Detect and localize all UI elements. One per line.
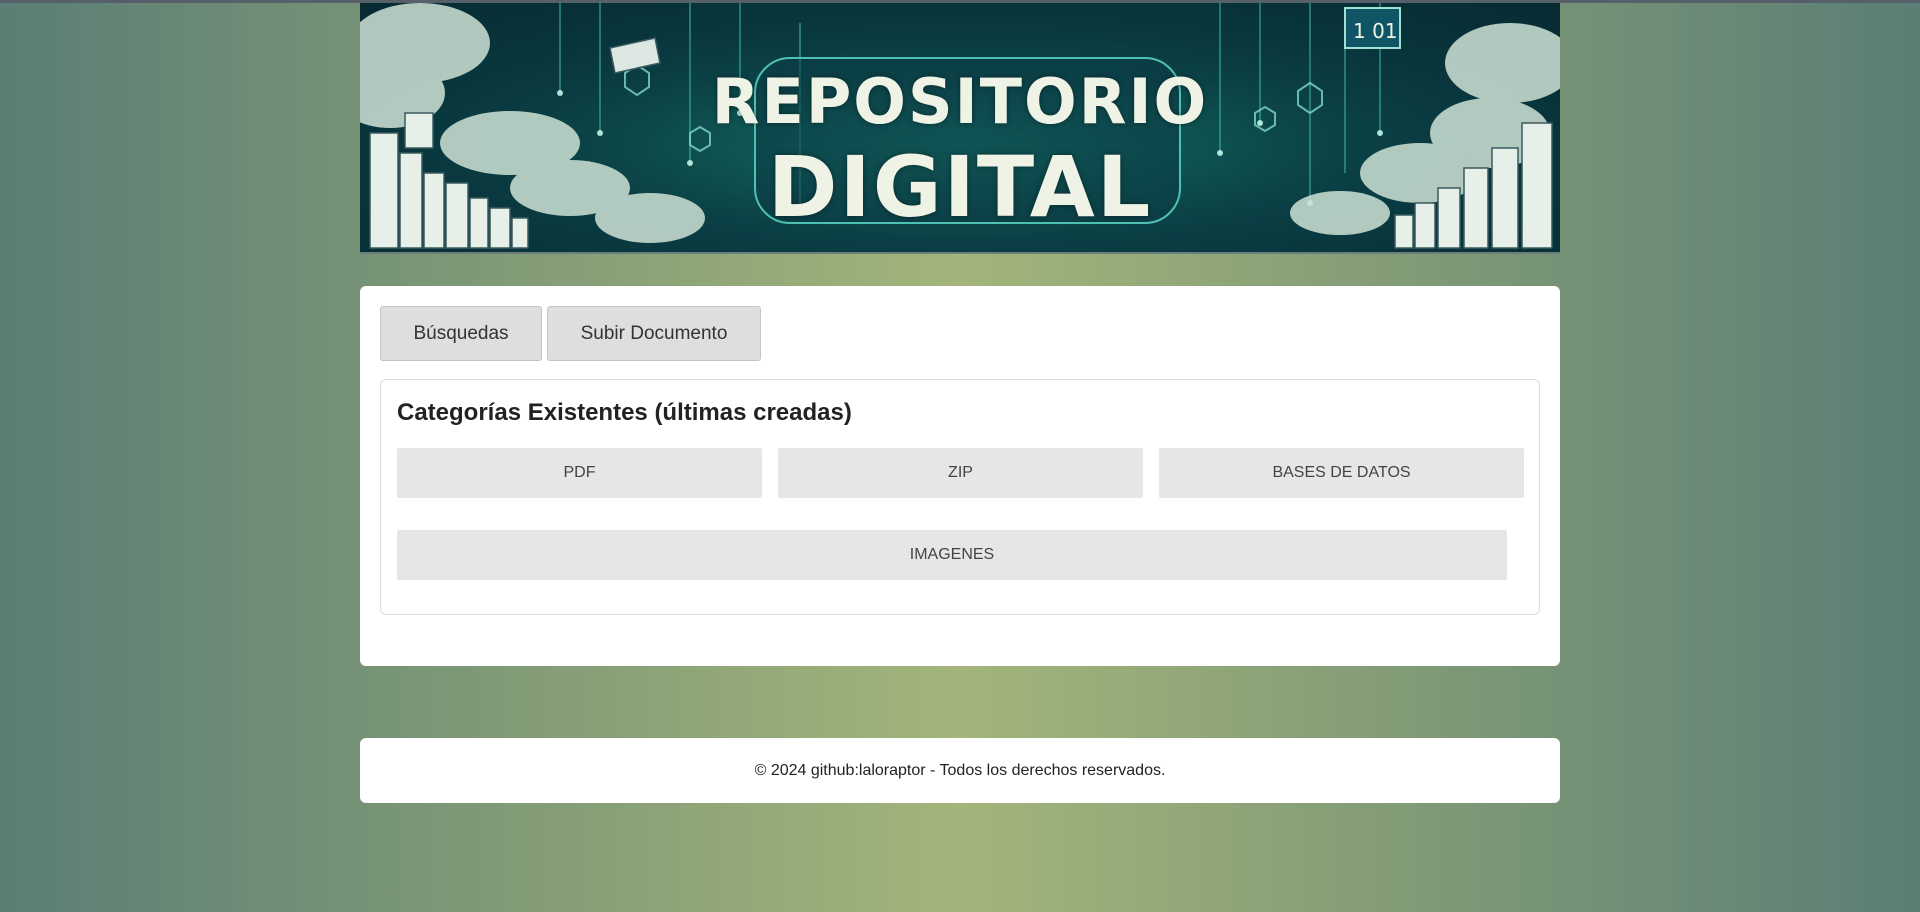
category-button-zip[interactable]: ZIP	[778, 448, 1143, 498]
main-card: Búsquedas Subir Documento Categorías Exi…	[360, 286, 1560, 666]
category-button-bases-de-datos[interactable]: BASES DE DATOS	[1159, 448, 1524, 498]
category-button-pdf[interactable]: PDF	[397, 448, 762, 498]
category-button-imagenes[interactable]: IMAGENES	[397, 530, 1507, 580]
categories-panel: Categorías Existentes (últimas creadas) …	[380, 379, 1540, 615]
categories-title: Categorías Existentes (últimas creadas)	[397, 399, 852, 426]
banner-title-line1: REPOSITORIO	[711, 65, 1209, 138]
banner-badge: 1 01	[1353, 19, 1398, 43]
tab-busquedas[interactable]: Búsquedas	[380, 306, 542, 361]
footer-text: © 2024 github:laloraptor - Todos los der…	[754, 762, 1166, 779]
repository-banner: 1 01 REPOSITORIO DIGITAL	[360, 3, 1560, 254]
footer: © 2024 github:laloraptor - Todos los der…	[360, 738, 1560, 803]
banner-title-line2: DIGITAL	[767, 138, 1153, 236]
tab-subir-documento[interactable]: Subir Documento	[547, 306, 761, 361]
